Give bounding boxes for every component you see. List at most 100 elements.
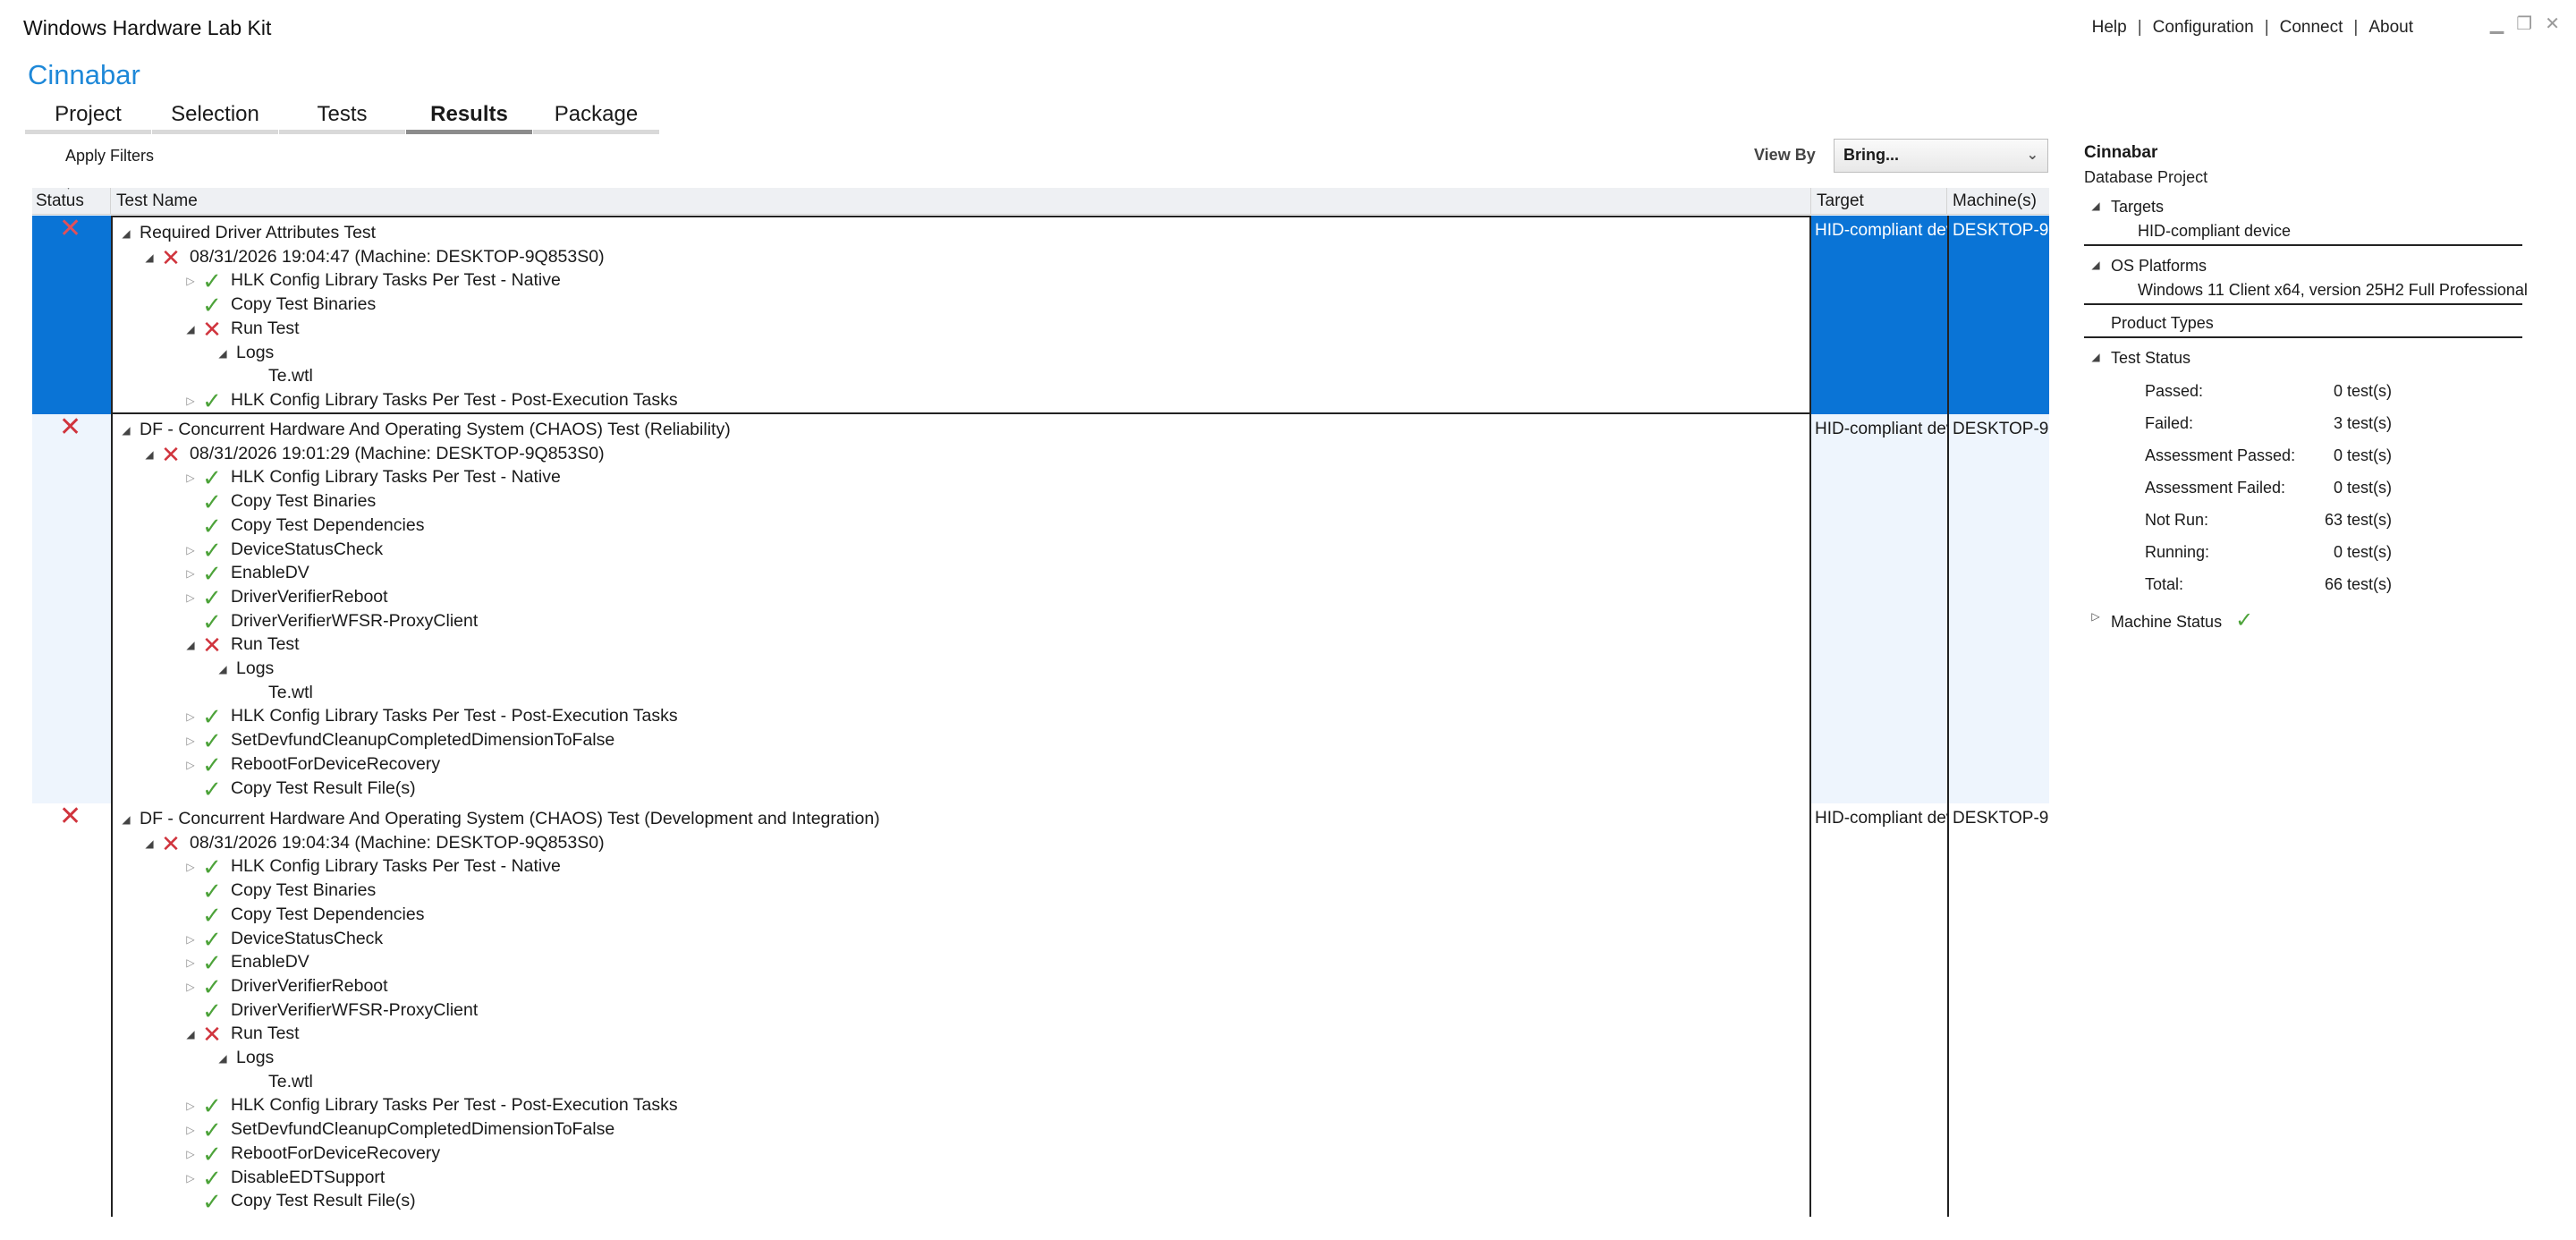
close-icon[interactable]: ✕ (2545, 13, 2560, 35)
tree-row[interactable]: ▷ ✓ RebootForDeviceRecovery (182, 752, 440, 777)
tree-row[interactable]: Te.wtl (247, 364, 313, 388)
tab-selection[interactable]: Selection (152, 98, 278, 134)
tree-row[interactable]: ▷ ✓ HLK Config Library Tasks Per Test - Po… (182, 388, 677, 412)
restore-icon[interactable]: ❐ (2516, 13, 2532, 35)
tree-row[interactable]: ◢ Required Driver Attributes Test (118, 221, 376, 245)
collapsed-arrow-icon[interactable]: ▷ (182, 544, 199, 556)
tree-row[interactable]: ✓ Copy Test Dependencies (182, 514, 424, 538)
collapsed-arrow-icon[interactable]: ▷ (182, 395, 199, 407)
help-link[interactable]: Help (2092, 18, 2127, 38)
tree-row[interactable]: ▷ ✓ SetDevfundCleanupCompletedDimensionToF… (182, 728, 614, 752)
collapsed-arrow-icon[interactable]: ▷ (182, 861, 199, 873)
configuration-link[interactable]: Configuration (2153, 18, 2254, 38)
expanded-arrow-icon[interactable]: ◢ (141, 837, 157, 850)
tree-row[interactable]: ▷ ✓ HLK Config Library Tasks Per Test - Na… (182, 268, 560, 293)
expanded-arrow-icon[interactable]: ◢ (118, 227, 134, 240)
expanded-arrow-icon[interactable]: ◢ (215, 663, 231, 675)
tree-row[interactable]: ✓ DriverVerifierWFSR-ProxyClient (182, 609, 478, 633)
tree-row[interactable]: ✓ Copy Test Dependencies (182, 903, 424, 927)
tree-row[interactable]: Te.wtl (247, 681, 313, 705)
column-header-machine[interactable]: Machine(s) (1947, 188, 2049, 215)
expanded-arrow-icon[interactable]: ◢ (182, 323, 199, 335)
result-group[interactable]: ✕ ◢ DF - Concurrent Hardware And Operating… (32, 414, 2049, 803)
collapsed-arrow-icon[interactable]: ▷ (182, 1172, 199, 1185)
minimize-icon[interactable]: ▁ (2490, 13, 2504, 35)
expanded-arrow-icon[interactable]: ◢ (118, 813, 134, 826)
tree-row[interactable]: ▷ ✓ EnableDV (182, 950, 309, 974)
tree-row[interactable]: ✓ Copy Test Binaries (182, 489, 376, 514)
tree-row[interactable]: ◢ Logs (215, 657, 274, 681)
expanded-arrow-icon[interactable]: ◢ (141, 251, 157, 264)
collapsed-arrow-icon[interactable]: ▷ (182, 1100, 199, 1112)
expanded-arrow-icon[interactable]: ◢ (182, 1028, 199, 1040)
column-header-target[interactable]: Target (1811, 188, 1947, 215)
panel-subtitle: Database Project (2084, 168, 2208, 186)
collapsed-arrow-icon[interactable]: ▷ (182, 275, 199, 287)
tree-row[interactable]: ◢ ✕ Run Test (182, 317, 299, 341)
collapsed-arrow-icon[interactable]: ▷ (182, 735, 199, 747)
tab-results[interactable]: Results (406, 98, 532, 134)
expanded-arrow-icon[interactable]: ◢ (118, 424, 134, 437)
tab-tests[interactable]: Tests (279, 98, 405, 134)
apply-filters-button[interactable]: Apply Filters (65, 147, 154, 166)
tree-row[interactable]: ✓ Copy Test Result File(s) (182, 777, 416, 801)
tab-project[interactable]: Project (25, 98, 151, 134)
collapsed-arrow-icon[interactable]: ▷ (182, 759, 199, 771)
result-group[interactable]: ✕ ◢ Required Driver Attributes Test ◢ ✕ 08/31… (32, 216, 2049, 414)
collapsed-arrow-icon[interactable]: ▷ (182, 933, 199, 946)
column-header-test-name[interactable]: Test Name (111, 188, 1811, 215)
tree-row[interactable]: ✓ Copy Test Binaries (182, 879, 376, 903)
machine-status-header[interactable]: ▷ Machine Status ✓ (2084, 607, 2522, 633)
tree-row[interactable]: ◢ ✕ Run Test (182, 633, 299, 657)
tab-package[interactable]: Package (533, 98, 659, 134)
tree-row[interactable]: ▷ ✓ HLK Config Library Tasks Per Test - Po… (182, 1093, 677, 1117)
collapsed-arrow-icon[interactable]: ▷ (182, 471, 199, 484)
collapsed-arrow-icon[interactable]: ▷ (182, 981, 199, 993)
tree-row[interactable]: ◢ DF - Concurrent Hardware And Operating … (118, 807, 879, 831)
tree-row[interactable]: ▷ ✓ SetDevfundCleanupCompletedDimensionToF… (182, 1117, 614, 1142)
collapsed-arrow-icon[interactable]: ▷ (182, 956, 199, 969)
test-status-header[interactable]: ◢ Test Status (2084, 349, 2522, 368)
connect-link[interactable]: Connect (2280, 18, 2343, 38)
collapsed-arrow-icon[interactable]: ▷ (182, 1124, 199, 1136)
tree-row[interactable]: ◢ ✕ 08/31/2026 19:01:29 (Machine: DESKTOP-… (141, 442, 604, 466)
tree-row[interactable]: ◢ ✕ 08/31/2026 19:04:34 (Machine: DESKTOP-… (141, 831, 604, 855)
expanded-arrow-icon[interactable]: ◢ (141, 448, 157, 461)
os-platforms-header[interactable]: ◢ OS Platforms (2084, 257, 2522, 276)
tree-row[interactable]: ◢ ✕ Run Test (182, 1022, 299, 1046)
column-header-status[interactable]: ▾ Status (32, 188, 111, 215)
tree-row[interactable]: ▷ ✓ HLK Config Library Tasks Per Test - Na… (182, 854, 560, 879)
tree-row[interactable]: ▷ ✓ DriverVerifierReboot (182, 974, 387, 998)
view-by-label: View By (1754, 146, 1816, 164)
view-by-select[interactable]: Bring... ⌄ (1834, 139, 2048, 173)
stat-value: 0 test(s) (2333, 446, 2392, 464)
tree-row[interactable]: ▷ ✓ DeviceStatusCheck (182, 538, 383, 562)
tree-row[interactable]: ▷ ✓ HLK Config Library Tasks Per Test - Na… (182, 465, 560, 489)
result-group[interactable]: ✕ ◢ DF - Concurrent Hardware And Operating… (32, 803, 2049, 1217)
tree-row[interactable]: ✓ DriverVerifierWFSR-ProxyClient (182, 998, 478, 1023)
expanded-arrow-icon[interactable]: ◢ (182, 639, 199, 651)
product-types-label[interactable]: Product Types (2084, 314, 2522, 338)
tree-row[interactable]: Te.wtl (247, 1070, 313, 1094)
about-link[interactable]: About (2368, 18, 2413, 38)
collapsed-arrow-icon[interactable]: ▷ (182, 1148, 199, 1160)
collapsed-arrow-icon[interactable]: ▷ (182, 591, 199, 604)
tree-row[interactable]: ▷ ✓ EnableDV (182, 561, 309, 585)
tree-row[interactable]: ✓ Copy Test Result File(s) (182, 1189, 416, 1213)
tree-row[interactable]: ▷ ✓ DriverVerifierReboot (182, 585, 387, 609)
expanded-arrow-icon[interactable]: ◢ (215, 1052, 231, 1065)
machine-cell: DESKTOP-9Q853S0 (1947, 216, 2049, 414)
tree-row[interactable]: ▷ ✓ HLK Config Library Tasks Per Test - Po… (182, 704, 677, 728)
tree-row[interactable]: ◢ DF - Concurrent Hardware And Operating … (118, 418, 730, 442)
expanded-arrow-icon[interactable]: ◢ (215, 347, 231, 360)
tree-row[interactable]: ▷ ✓ RebootForDeviceRecovery (182, 1142, 440, 1166)
tree-row[interactable]: ◢ ✕ 08/31/2026 19:04:47 (Machine: DESKTOP-… (141, 245, 604, 269)
tree-row[interactable]: ✓ Copy Test Binaries (182, 293, 376, 317)
tree-row[interactable]: ◢ Logs (215, 1046, 274, 1070)
collapsed-arrow-icon[interactable]: ▷ (182, 567, 199, 580)
targets-header[interactable]: ◢ Targets (2084, 198, 2522, 217)
collapsed-arrow-icon[interactable]: ▷ (182, 710, 199, 723)
tree-row[interactable]: ◢ Logs (215, 341, 274, 365)
tree-row[interactable]: ▷ ✓ DisableEDTSupport (182, 1166, 385, 1190)
tree-row[interactable]: ▷ ✓ DeviceStatusCheck (182, 927, 383, 951)
